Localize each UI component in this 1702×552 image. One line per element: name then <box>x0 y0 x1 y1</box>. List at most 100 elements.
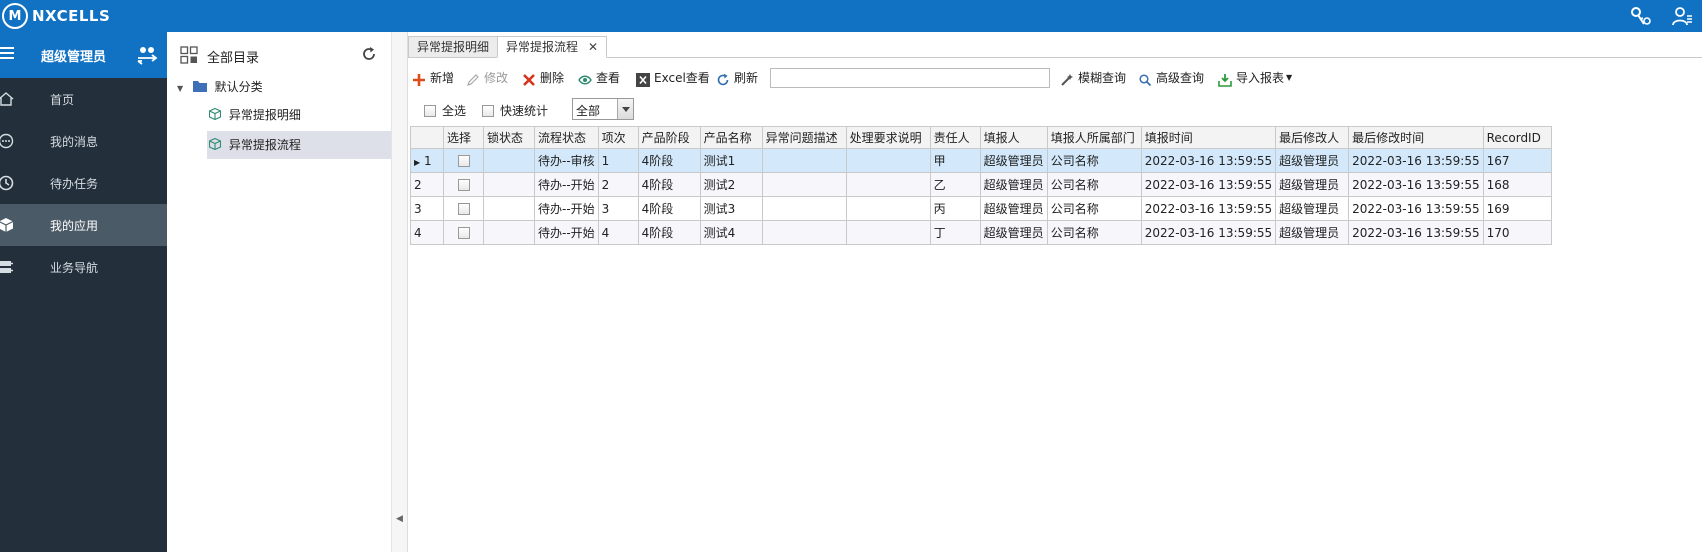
nav-item-home[interactable]: 首页 <box>0 78 167 120</box>
column-header[interactable]: 产品名称 <box>699 126 763 149</box>
close-tab-icon[interactable]: ✕ <box>588 40 598 54</box>
column-header[interactable]: 异常问题描述 <box>761 126 847 149</box>
dept-cell[interactable]: 公司名称 <box>1046 172 1142 197</box>
quick-stats-checkbox[interactable] <box>482 103 494 117</box>
reporter-cell[interactable]: 超级管理员 <box>979 220 1048 245</box>
modifier-cell[interactable]: 超级管理员 <box>1275 220 1350 245</box>
modifier-cell[interactable]: 超级管理员 <box>1275 172 1350 197</box>
table-row[interactable]: 3 待办--开始 3 4阶段 测试3 丙 超级管理员 公司名称 2022-03-… <box>410 196 1552 221</box>
dept-cell[interactable]: 公司名称 <box>1046 196 1142 221</box>
item-cell[interactable]: 4 <box>597 220 639 245</box>
key-gear-icon[interactable] <box>1628 4 1652 28</box>
nav-item-navigation[interactable]: 业务导航 <box>0 246 167 288</box>
advanced-query-button[interactable]: 高级查询 <box>1138 66 1204 90</box>
state-cell[interactable]: 待办--审核 <box>534 148 599 173</box>
column-header[interactable]: 填报时间 <box>1140 126 1277 149</box>
row-select-checkbox[interactable] <box>443 220 484 245</box>
req-cell[interactable] <box>845 220 931 245</box>
stage-cell[interactable]: 4阶段 <box>637 172 701 197</box>
add-button[interactable]: 新增 <box>412 66 454 90</box>
stage-cell[interactable]: 4阶段 <box>637 148 701 173</box>
modify-time-cell[interactable]: 2022-03-16 13:59:55 <box>1348 196 1484 221</box>
dept-cell[interactable]: 公司名称 <box>1046 220 1142 245</box>
modifier-cell[interactable]: 超级管理员 <box>1275 196 1350 221</box>
import-report-button[interactable]: 导入报表 ▼ <box>1218 66 1292 90</box>
tree-node-default-category[interactable]: ▼ 默认分类 <box>177 76 377 98</box>
excel-view-button[interactable]: Excel查看 <box>636 66 710 90</box>
item-cell[interactable]: 1 <box>597 148 639 173</box>
desc-cell[interactable] <box>761 196 847 221</box>
user-settings-icon[interactable] <box>1670 4 1694 28</box>
column-header[interactable]: 项次 <box>597 126 639 149</box>
column-header[interactable]: 最后修改时间 <box>1348 126 1484 149</box>
owner-cell[interactable]: 丁 <box>929 220 981 245</box>
tab-exception-flow[interactable]: 异常提报流程 ✕ <box>497 36 608 58</box>
nav-item-messages[interactable]: 我的消息 <box>0 120 167 162</box>
tab-exception-detail[interactable]: 异常提报明细 <box>408 36 499 58</box>
modifier-cell[interactable]: 超级管理员 <box>1275 148 1350 173</box>
column-header[interactable]: 最后修改人 <box>1275 126 1350 149</box>
column-header[interactable]: RecordID <box>1482 126 1552 149</box>
req-cell[interactable] <box>845 172 931 197</box>
record-id-cell[interactable]: 168 <box>1482 172 1552 197</box>
state-cell[interactable]: 待办--开始 <box>534 172 599 197</box>
name-cell[interactable]: 测试4 <box>699 220 763 245</box>
view-button[interactable]: 查看 <box>578 66 620 90</box>
search-input[interactable] <box>770 68 1050 88</box>
row-select-checkbox[interactable] <box>443 172 484 197</box>
edit-button[interactable]: 修改 <box>466 66 508 90</box>
row-select-checkbox[interactable] <box>443 148 484 173</box>
record-id-cell[interactable]: 170 <box>1482 220 1552 245</box>
delete-button[interactable]: 删除 <box>522 66 564 90</box>
table-row[interactable]: 4 待办--开始 4 4阶段 测试4 丁 超级管理员 公司名称 2022-03-… <box>410 220 1552 245</box>
reporter-cell[interactable]: 超级管理员 <box>979 196 1048 221</box>
tree-node-exception-flow[interactable]: 异常提报流程 <box>207 131 391 159</box>
nav-item-tasks[interactable]: 待办任务 <box>0 162 167 204</box>
collapse-arrow-icon[interactable]: ▼ <box>177 78 187 100</box>
table-row[interactable]: 2 待办--开始 2 4阶段 测试2 乙 超级管理员 公司名称 2022-03-… <box>410 172 1552 197</box>
desc-cell[interactable] <box>761 172 847 197</box>
select-all-checkbox[interactable] <box>424 103 436 117</box>
column-header[interactable]: 流程状态 <box>534 126 599 149</box>
modify-time-cell[interactable]: 2022-03-16 13:59:55 <box>1348 148 1484 173</box>
tree-refresh-icon[interactable] <box>360 45 378 63</box>
state-cell[interactable]: 待办--开始 <box>534 220 599 245</box>
reporter-cell[interactable]: 超级管理员 <box>979 148 1048 173</box>
owner-cell[interactable]: 丙 <box>929 196 981 221</box>
tree-node-exception-detail[interactable]: 异常提报明细 <box>207 104 387 126</box>
panel-splitter[interactable]: ◀ <box>392 32 408 552</box>
record-id-cell[interactable]: 167 <box>1482 148 1552 173</box>
modify-time-cell[interactable]: 2022-03-16 13:59:55 <box>1348 220 1484 245</box>
menu-toggle-icon[interactable] <box>0 44 16 64</box>
owner-cell[interactable]: 乙 <box>929 172 981 197</box>
collapse-left-icon[interactable]: ◀ <box>396 514 403 524</box>
stage-cell[interactable]: 4阶段 <box>637 220 701 245</box>
refresh-button[interactable]: 刷新 <box>716 66 758 90</box>
column-header[interactable]: 填报人所属部门 <box>1046 126 1142 149</box>
nav-item-my-apps[interactable]: 我的应用 <box>0 204 167 246</box>
desc-cell[interactable] <box>761 148 847 173</box>
fuzzy-query-button[interactable]: 模糊查询 <box>1060 66 1126 90</box>
report-time-cell[interactable]: 2022-03-16 13:59:55 <box>1140 220 1277 245</box>
chevron-down-icon[interactable] <box>617 99 633 119</box>
report-time-cell[interactable]: 2022-03-16 13:59:55 <box>1140 148 1277 173</box>
state-cell[interactable]: 待办--开始 <box>534 196 599 221</box>
switch-user-icon[interactable] <box>136 44 158 66</box>
name-cell[interactable]: 测试2 <box>699 172 763 197</box>
column-header[interactable]: 责任人 <box>929 126 981 149</box>
column-header[interactable]: 填报人 <box>979 126 1048 149</box>
req-cell[interactable] <box>845 196 931 221</box>
column-header[interactable]: 处理要求说明 <box>845 126 931 149</box>
column-header[interactable]: 锁状态 <box>483 126 535 149</box>
record-id-cell[interactable]: 169 <box>1482 196 1552 221</box>
modify-time-cell[interactable]: 2022-03-16 13:59:55 <box>1348 172 1484 197</box>
row-select-checkbox[interactable] <box>443 196 484 221</box>
scope-select[interactable]: 全部 <box>572 98 634 120</box>
reporter-cell[interactable]: 超级管理员 <box>979 172 1048 197</box>
name-cell[interactable]: 测试3 <box>699 196 763 221</box>
dept-cell[interactable]: 公司名称 <box>1046 148 1142 173</box>
stage-cell[interactable]: 4阶段 <box>637 196 701 221</box>
item-cell[interactable]: 3 <box>597 196 639 221</box>
column-header[interactable]: 选择 <box>443 126 484 149</box>
report-time-cell[interactable]: 2022-03-16 13:59:55 <box>1140 172 1277 197</box>
